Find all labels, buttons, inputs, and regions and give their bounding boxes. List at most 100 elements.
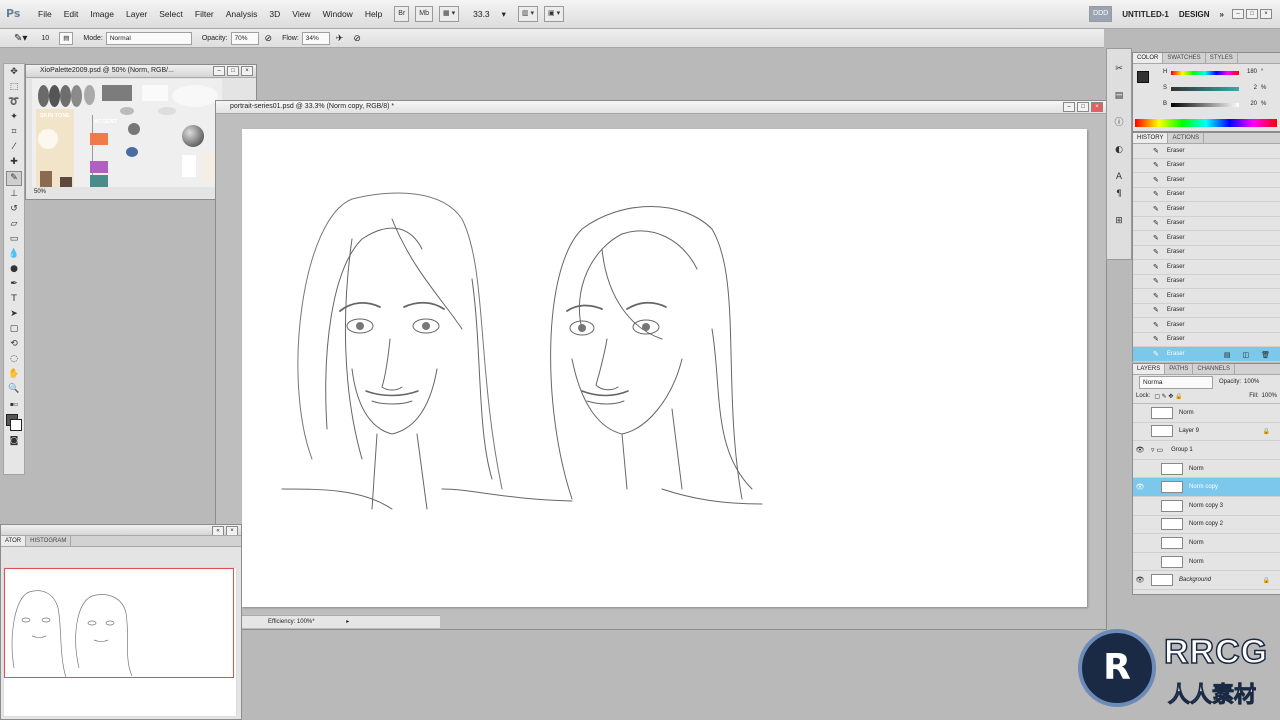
eyedropper-tool-icon[interactable]: ⁄ (7, 141, 21, 154)
history-item[interactable]: ✎ Eraser (1133, 333, 1280, 347)
tool-presets-icon[interactable]: ⊞ (1112, 215, 1126, 228)
blur-tool-icon[interactable]: 💧 (7, 248, 21, 261)
quick-select-tool-icon[interactable]: ✦ (7, 111, 21, 124)
palette-window-title[interactable]: XioPalette2009.psd @ 50% (Norm, RGB/... … (26, 65, 256, 78)
navigator-collapse-button[interactable]: « (212, 526, 224, 535)
screen-mode-button[interactable]: ▣ ▾ (544, 6, 565, 22)
layer-visibility-icon[interactable]: 👁 (1133, 483, 1147, 491)
paragraph-icon[interactable]: ¶ (1112, 188, 1126, 201)
app-minimize-button[interactable]: – (1232, 9, 1244, 19)
color-swatches[interactable] (4, 411, 24, 433)
mode-select[interactable]: Normal (105, 31, 192, 45)
navigator-close-button[interactable]: × (226, 526, 238, 535)
accent-swatch-teal[interactable] (90, 175, 108, 187)
airbrush-icon[interactable]: ✈ (336, 33, 344, 44)
history-item[interactable]: ✎ Eraser (1133, 144, 1280, 159)
workspace-badge[interactable]: DDD (1089, 6, 1113, 22)
document-minimize-button[interactable]: – (1063, 102, 1075, 112)
history-item[interactable]: ✎ Eraser (1133, 231, 1280, 246)
layer-row[interactable]: Norm (1133, 534, 1280, 553)
history-item[interactable]: ✎ Eraser (1133, 159, 1280, 173)
brush-tool-icon[interactable]: ✎ (6, 171, 22, 186)
document-efficiency[interactable]: Efficiency: 100%* (268, 619, 315, 625)
menu-view[interactable]: View (292, 9, 310, 19)
color-foreground-swatch[interactable] (1137, 71, 1149, 83)
document-canvas[interactable] (242, 129, 1087, 607)
history-item[interactable]: ✎ Eraser (1133, 202, 1280, 217)
layer-row[interactable]: Norm copy 3 (1133, 497, 1280, 516)
delete-state-icon[interactable]: 🗑 (1261, 351, 1270, 359)
history-item[interactable]: ✎ Eraser (1133, 318, 1280, 333)
color-b-value[interactable]: 20 (1243, 101, 1257, 107)
document-title-bar[interactable]: portrait-series01.psd @ 33.3% (Norm copy… (216, 101, 1106, 114)
layer-row[interactable]: 👁 Background 🔒 (1133, 571, 1280, 590)
pen-tool-icon[interactable]: ✒ (7, 278, 21, 291)
palette-canvas[interactable]: SKIN TONE ACCENT (32, 79, 222, 187)
layer-fill-value[interactable]: 100% (1262, 393, 1277, 399)
gradient-tool-icon[interactable]: ▭ (7, 233, 21, 246)
lock-icons[interactable]: ▢ ✎ ✥ 🔒 (1154, 393, 1182, 400)
color-ramp[interactable] (1135, 119, 1277, 127)
marquee-tool-icon[interactable]: ⬚ (7, 81, 21, 94)
quick-mask-icon[interactable]: ◙ (7, 435, 21, 448)
layer-row[interactable]: Norm (1133, 404, 1280, 423)
brush-panel-toggle-icon[interactable]: ▤ (59, 31, 74, 45)
history-item[interactable]: ✎ Eraser (1133, 260, 1280, 275)
navigator-view-box[interactable] (4, 568, 234, 678)
history-item[interactable]: ✎ Eraser (1133, 275, 1280, 289)
background-color-swatch[interactable] (10, 419, 22, 431)
3d-orbit-tool-icon[interactable]: ◌ (7, 353, 21, 366)
palette-maximize-button[interactable]: □ (227, 66, 239, 76)
menu-filter[interactable]: Filter (195, 9, 214, 19)
clone-source-icon[interactable]: ▤ (1112, 90, 1126, 103)
hue-slider[interactable] (1171, 71, 1239, 75)
history-item[interactable]: ✎ Eraser (1133, 304, 1280, 318)
layer-opacity-value[interactable]: 100% (1244, 379, 1259, 385)
tab-ator[interactable]: ATOR (1, 536, 27, 546)
brightness-slider[interactable] (1171, 103, 1239, 107)
menu-window[interactable]: Window (323, 9, 353, 19)
menu-help[interactable]: Help (365, 9, 382, 19)
tab-swatches[interactable]: SWATCHES (1163, 53, 1206, 63)
navigator-preview[interactable] (3, 567, 237, 717)
history-item[interactable]: ✎ Eraser (1133, 173, 1280, 188)
new-document-from-state-icon[interactable]: ▤ (1224, 351, 1231, 359)
tab-history[interactable]: HISTORY (1133, 133, 1169, 143)
brush-tool-icon[interactable]: ✎▾ (14, 33, 27, 44)
healing-tool-icon[interactable]: ✚ (7, 156, 21, 169)
move-tool-icon[interactable]: ✥ (7, 66, 21, 79)
history-item[interactable]: ✎ Eraser (1133, 188, 1280, 202)
flow-input[interactable]: 34% (301, 31, 330, 45)
tab-histogram[interactable]: HISTOGRAM (26, 536, 72, 546)
tab-styles[interactable]: STYLES (1206, 53, 1238, 63)
type-tool-icon[interactable]: T (7, 293, 21, 306)
tab-paths[interactable]: PATHS (1165, 364, 1194, 374)
mini-bridge-button[interactable]: Mb (415, 6, 434, 22)
layer-row[interactable]: 👁 Norm copy (1133, 478, 1280, 497)
character-icon[interactable]: A (1112, 171, 1126, 184)
opacity-input[interactable]: 70% (230, 31, 259, 45)
layer-row[interactable]: Norm (1133, 460, 1280, 479)
3d-rotate-tool-icon[interactable]: ⟲ (7, 338, 21, 351)
eraser-tool-icon[interactable]: ▱ (7, 218, 21, 231)
pressure-size-icon[interactable]: ⊘ (353, 33, 361, 44)
workspace-more[interactable]: » (1220, 10, 1224, 19)
color-h-value[interactable]: 180 (1243, 69, 1257, 75)
clone-stamp-tool-icon[interactable]: ⊥ (7, 188, 21, 201)
saturation-slider[interactable] (1171, 87, 1239, 91)
bridge-button[interactable]: Br (394, 6, 410, 22)
crop-tool-icon[interactable]: ⌗ (7, 126, 21, 139)
brush-presets-icon[interactable]: ✂ (1112, 63, 1126, 76)
workspace-name[interactable]: DESIGN (1179, 10, 1210, 19)
zoom-level[interactable]: 33.3 (473, 9, 490, 19)
menu-edit[interactable]: Edit (64, 9, 79, 19)
menu-3d[interactable]: 3D (269, 9, 280, 19)
3d-panel-icon[interactable]: ◐ (1112, 144, 1126, 157)
folder-icon[interactable]: ▿ ▭ (1151, 446, 1163, 454)
app-maximize-button[interactable]: □ (1246, 9, 1258, 19)
layer-row[interactable]: Layer 9 🔒 (1133, 423, 1280, 442)
layer-visibility-icon[interactable]: 👁 (1133, 576, 1147, 584)
menu-analysis[interactable]: Analysis (226, 9, 258, 19)
create-snapshot-icon[interactable]: ◫ (1242, 351, 1249, 359)
palette-zoom[interactable]: 50% (34, 189, 46, 195)
